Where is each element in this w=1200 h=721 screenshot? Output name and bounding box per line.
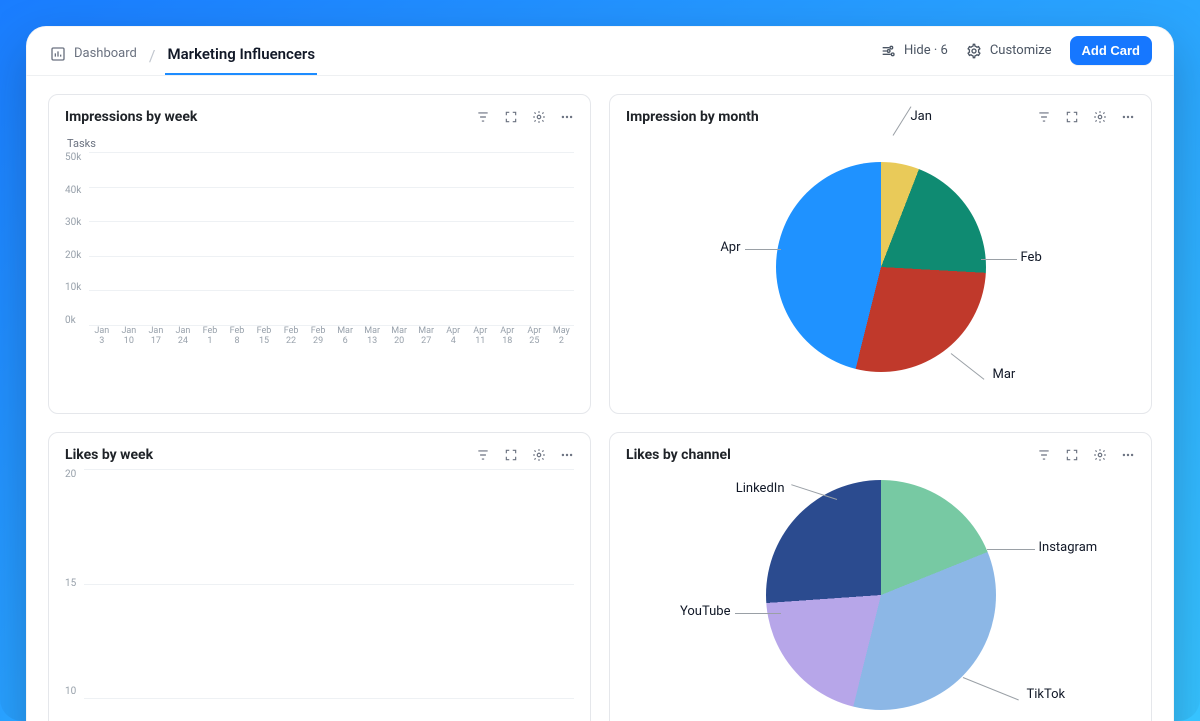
chart-likes-week: 201510 <box>65 469 574 699</box>
breadcrumbs: Dashboard / Marketing Influencers <box>48 37 317 75</box>
yaxis-title: Tasks <box>67 137 574 150</box>
filter-icon[interactable] <box>1037 110 1051 124</box>
dashboard-icon <box>50 46 66 62</box>
chart-likes-channel: Instagram TikTok YouTube LinkedIn <box>626 469 1135 721</box>
pie <box>766 480 996 710</box>
leader-line <box>735 613 781 614</box>
pie <box>776 162 986 372</box>
plot-area: Jan3Jan10Jan17Jan24Feb1Feb8Feb15Feb22Feb… <box>89 152 574 342</box>
breadcrumb-dashboard-label: Dashboard <box>74 46 137 61</box>
card-tools <box>476 110 574 124</box>
sliders-icon <box>880 43 896 59</box>
card-tools <box>1037 448 1135 462</box>
card-title: Likes by channel <box>626 447 731 463</box>
card-title: Likes by week <box>65 447 153 463</box>
gear-icon[interactable] <box>532 110 546 124</box>
hide-button[interactable]: Hide · 6 <box>880 43 948 59</box>
pie-label-jan: Jan <box>911 109 932 124</box>
breadcrumb-dashboard[interactable]: Dashboard <box>48 38 139 74</box>
card-likes-channel: Likes by channel Instagram TikTok <box>609 432 1152 721</box>
more-icon[interactable] <box>560 448 574 462</box>
card-impressions-month: Impression by month Jan Feb Mar <box>609 94 1152 414</box>
expand-icon[interactable] <box>504 110 518 124</box>
filter-icon[interactable] <box>1037 448 1051 462</box>
dashboard-grid: Impressions by week Tasks 50k40k30k20k10… <box>26 76 1174 721</box>
x-axis: Jan3Jan10Jan17Jan24Feb1Feb8Feb15Feb22Feb… <box>89 327 574 346</box>
app-window: Dashboard / Marketing Influencers Hide ·… <box>26 26 1174 721</box>
gear-icon[interactable] <box>532 448 546 462</box>
leader-line <box>987 549 1035 550</box>
topbar: Dashboard / Marketing Influencers Hide ·… <box>26 26 1174 76</box>
pie-label-apr: Apr <box>720 240 740 255</box>
y-axis: 50k40k30k20k10k0k <box>65 152 81 342</box>
card-tools <box>1037 110 1135 124</box>
card-title: Impressions by week <box>65 109 197 125</box>
chart-impressions-month: Jan Feb Mar Apr <box>626 131 1135 403</box>
more-icon[interactable] <box>1121 110 1135 124</box>
filter-icon[interactable] <box>476 110 490 124</box>
y-axis: 201510 <box>65 469 76 699</box>
expand-icon[interactable] <box>504 448 518 462</box>
card-impressions-week: Impressions by week Tasks 50k40k30k20k10… <box>48 94 591 414</box>
card-title: Impression by month <box>626 109 759 125</box>
customize-button[interactable]: Customize <box>966 43 1052 59</box>
page-title: Marketing Influencers <box>167 45 315 63</box>
leader-line <box>962 677 1018 700</box>
chart-impressions-week: Tasks 50k40k30k20k10k0k Jan3Jan10Jan17Ja… <box>65 131 574 403</box>
leader-line <box>745 249 781 250</box>
gear-icon <box>966 43 982 59</box>
top-actions: Hide · 6 Customize Add Card <box>880 36 1152 75</box>
expand-icon[interactable] <box>1065 110 1079 124</box>
card-likes-week: Likes by week 201510 <box>48 432 591 721</box>
leader-line <box>981 259 1017 260</box>
pie-label-tiktok: TikTok <box>1027 687 1066 702</box>
pie-label-instagram: Instagram <box>1039 540 1098 555</box>
breadcrumb-sep: / <box>149 46 156 65</box>
card-tools <box>476 448 574 462</box>
hide-label: Hide · 6 <box>904 43 948 58</box>
add-card-button[interactable]: Add Card <box>1070 36 1153 65</box>
pie-label-mar: Mar <box>993 367 1016 382</box>
expand-icon[interactable] <box>1065 448 1079 462</box>
add-card-label: Add Card <box>1082 43 1141 58</box>
more-icon[interactable] <box>1121 448 1135 462</box>
leader-line <box>950 353 984 380</box>
customize-label: Customize <box>990 43 1052 58</box>
filter-icon[interactable] <box>476 448 490 462</box>
pie-label-linkedin: LinkedIn <box>736 481 785 496</box>
gear-icon[interactable] <box>1093 448 1107 462</box>
pie-label-feb: Feb <box>1021 250 1042 265</box>
breadcrumb-page-title[interactable]: Marketing Influencers <box>165 37 317 75</box>
plot-area <box>84 469 574 699</box>
pie-label-youtube: YouTube <box>680 604 731 619</box>
gear-icon[interactable] <box>1093 110 1107 124</box>
more-icon[interactable] <box>560 110 574 124</box>
